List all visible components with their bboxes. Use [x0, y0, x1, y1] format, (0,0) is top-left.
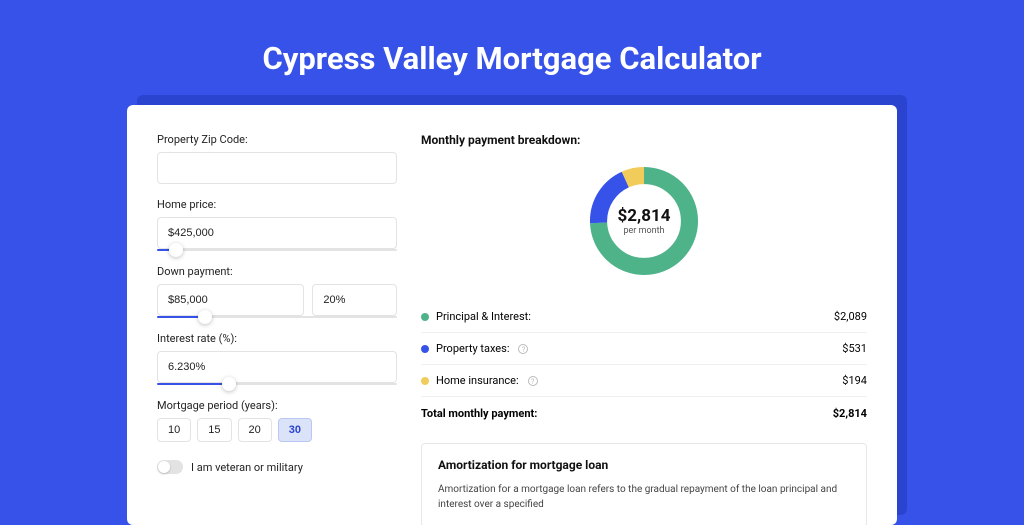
down-field: Down payment: — [157, 265, 397, 318]
period-label: Mortgage period (years): — [157, 399, 397, 412]
amortization-box: Amortization for mortgage loan Amortizat… — [421, 443, 867, 525]
period-btn-30[interactable]: 30 — [278, 418, 312, 442]
period-btn-20[interactable]: 20 — [238, 418, 272, 442]
input-column: Property Zip Code: Home price: Down paym… — [157, 133, 397, 497]
legend-row-taxes: Property taxes: ? $531 — [421, 333, 867, 365]
total-label: Total monthly payment: — [421, 407, 537, 420]
legend-row-insurance: Home insurance: ? $194 — [421, 365, 867, 397]
zip-label: Property Zip Code: — [157, 133, 397, 146]
dot-insurance — [421, 377, 429, 385]
veteran-row: I am veteran or military — [157, 460, 397, 474]
price-input[interactable] — [157, 217, 397, 249]
down-amount-input[interactable] — [157, 284, 304, 316]
legend-value-principal: $2,089 — [834, 310, 867, 323]
period-btn-10[interactable]: 10 — [157, 418, 191, 442]
donut-chart: $2,814 per month — [584, 161, 704, 281]
legend-label-taxes: Property taxes: — [436, 342, 509, 355]
zip-field: Property Zip Code: — [157, 133, 397, 184]
donut-center: $2,814 per month — [584, 161, 704, 281]
info-icon[interactable]: ? — [518, 344, 528, 354]
rate-label: Interest rate (%): — [157, 332, 397, 345]
dot-principal — [421, 313, 429, 321]
legend-label-principal: Principal & Interest: — [436, 310, 531, 323]
info-icon[interactable]: ? — [528, 376, 538, 386]
price-field: Home price: — [157, 198, 397, 251]
breakdown-title: Monthly payment breakdown: — [421, 133, 867, 147]
zip-input[interactable] — [157, 152, 397, 184]
legend-row-total: Total monthly payment: $2,814 — [421, 397, 867, 429]
rate-slider[interactable] — [157, 383, 397, 385]
amortization-text: Amortization for a mortgage loan refers … — [438, 482, 850, 512]
rate-slider-fill — [157, 383, 229, 385]
down-slider[interactable] — [157, 316, 397, 318]
period-btn-15[interactable]: 15 — [197, 418, 231, 442]
rate-field: Interest rate (%): — [157, 332, 397, 385]
period-field: Mortgage period (years): 10 15 20 30 — [157, 399, 397, 442]
dot-taxes — [421, 345, 429, 353]
price-slider-thumb[interactable] — [169, 243, 183, 257]
total-value: $2,814 — [833, 407, 867, 420]
down-label: Down payment: — [157, 265, 397, 278]
amortization-title: Amortization for mortgage loan — [438, 458, 850, 472]
veteran-label: I am veteran or military — [191, 461, 303, 474]
veteran-toggle[interactable] — [157, 460, 183, 474]
calculator-card: Property Zip Code: Home price: Down paym… — [127, 105, 897, 525]
legend-value-taxes: $531 — [842, 342, 867, 355]
donut-wrap: $2,814 per month — [421, 151, 867, 297]
rate-input[interactable] — [157, 351, 397, 383]
legend: Principal & Interest: $2,089 Property ta… — [421, 301, 867, 429]
legend-value-insurance: $194 — [842, 374, 867, 387]
down-slider-thumb[interactable] — [198, 310, 212, 324]
legend-label-insurance: Home insurance: — [436, 374, 519, 387]
donut-amount: $2,814 — [618, 206, 671, 226]
period-buttons: 10 15 20 30 — [157, 418, 397, 442]
down-percent-input[interactable] — [312, 284, 397, 316]
donut-sub: per month — [623, 226, 664, 236]
price-slider[interactable] — [157, 249, 397, 251]
legend-row-principal: Principal & Interest: $2,089 — [421, 301, 867, 333]
page-title: Cypress Valley Mortgage Calculator — [0, 0, 1024, 105]
results-column: Monthly payment breakdown: $2,814 per mo… — [421, 133, 867, 497]
rate-slider-thumb[interactable] — [222, 377, 236, 391]
price-label: Home price: — [157, 198, 397, 211]
